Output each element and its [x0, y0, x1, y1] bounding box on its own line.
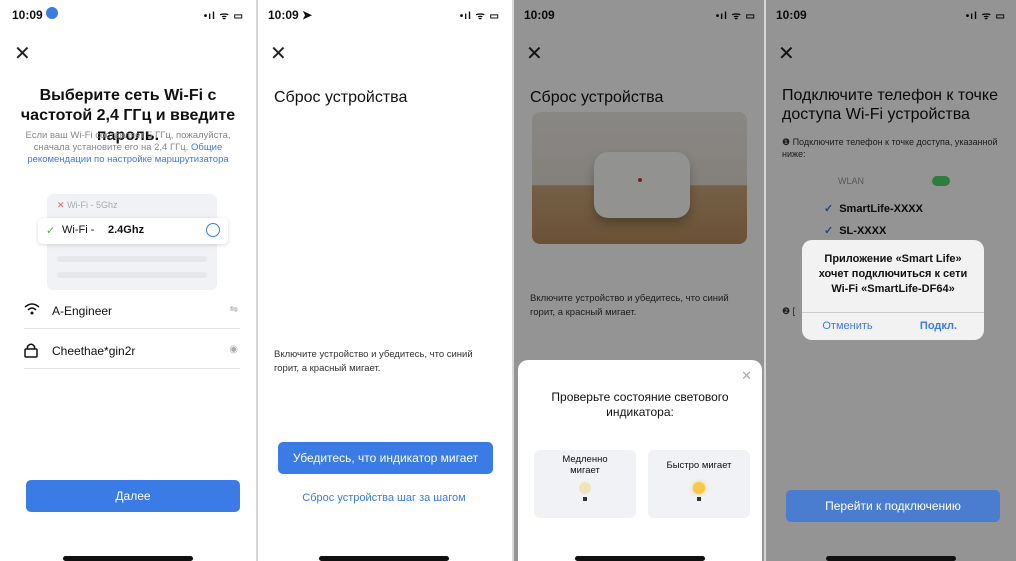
screen-check-indicator: 10:09 •ıl ᯤ ▭ ✕ Сброс устройства Включит…	[514, 0, 766, 561]
instruction-text: Включите устройство и убедитесь, что син…	[274, 349, 473, 374]
connect-alert-dialog: Приложение «Smart Life» хочет подключить…	[802, 240, 984, 340]
home-indicator	[63, 556, 193, 561]
home-indicator	[575, 556, 705, 561]
fast-blink-label: Быстро мигает	[666, 460, 732, 471]
network-name: A-Engineer	[52, 304, 113, 318]
wifi-5ghz-row: ✕ Wi-Fi - 5Ghz	[57, 200, 118, 211]
close-icon[interactable]: ✕	[741, 368, 752, 384]
alert-message: Приложение «Smart Life» хочет подключить…	[818, 253, 968, 295]
alert-divider	[802, 312, 984, 313]
page-title: Сброс устройства	[274, 89, 408, 106]
password-field[interactable]: Cheethae*gin2r ◉	[24, 334, 240, 369]
lock-icon	[24, 342, 38, 361]
switch-network-icon[interactable]: ⇋	[230, 304, 238, 315]
go-to-connection-button[interactable]: Перейти к подключению	[786, 490, 1000, 522]
status-time: 10:09	[12, 8, 43, 22]
indicator-bottom-sheet: ✕ Проверьте состояние светового индикато…	[518, 360, 762, 561]
screen-reset-device: 10:09 ➤ •ıl ᯤ ▭ ✕ Сброс устройства Включ…	[258, 0, 510, 561]
fast-blink-option[interactable]: Быстро мигает	[648, 450, 750, 518]
wifi-24ghz-band: 2.4Ghz	[108, 224, 145, 236]
slow-blink-label: Медленно мигает	[562, 454, 608, 476]
home-indicator	[319, 556, 449, 561]
status-bar: 10:09 •ıl ᯤ ▭	[12, 6, 244, 24]
close-icon[interactable]: ✕	[14, 44, 31, 64]
cross-icon: ✕	[57, 200, 65, 210]
close-icon[interactable]: ✕	[270, 44, 287, 64]
confirm-blinking-button[interactable]: Убедитесь, что индикатор мигает	[278, 442, 493, 474]
network-field[interactable]: A-Engineer ⇋	[24, 294, 240, 329]
status-bar: 10:09 ➤ •ıl ᯤ ▭	[268, 6, 500, 24]
wifi-24ghz-row: ✓ Wi-Fi - 2.4Ghz	[38, 218, 228, 244]
eye-icon[interactable]: ◉	[229, 344, 238, 355]
status-time: 10:09 ➤	[268, 8, 313, 22]
reset-step-by-step-link[interactable]: Сброс устройства шаг за шагом	[274, 492, 494, 504]
next-button[interactable]: Далее	[26, 480, 240, 512]
location-icon	[46, 7, 58, 19]
bulb-icon	[579, 482, 591, 494]
home-indicator	[826, 556, 956, 561]
info-icon	[206, 223, 220, 237]
bulb-icon	[693, 482, 705, 494]
screen-select-wifi: 10:09 •ıl ᯤ ▭ ✕ Выберите сеть Wi-Fi с ча…	[2, 0, 254, 561]
page-subtitle: Если ваш Wi-Fi составляет 5 ГГц, пожалуй…	[16, 130, 240, 166]
wifi-icon	[24, 302, 40, 319]
check-icon: ✓	[46, 225, 56, 237]
wifi-5ghz-label: Wi-Fi - 5Ghz	[67, 200, 118, 210]
alert-cancel-button[interactable]: Отменить	[802, 320, 893, 332]
bulb-base	[583, 497, 587, 501]
wifi-24ghz-prefix: Wi-Fi -	[62, 224, 95, 236]
slow-blink-option[interactable]: Медленно мигает	[534, 450, 636, 518]
bulb-base	[697, 497, 701, 501]
password-value: Cheethae*gin2r	[52, 344, 136, 358]
placeholder-bar	[57, 272, 207, 278]
signal-battery-icons: •ıl ᯤ ▭	[459, 11, 500, 22]
placeholder-bar	[57, 256, 207, 262]
signal-battery-icons: •ıl ᯤ ▭	[203, 11, 244, 22]
screen-connect-hotspot: 10:09 •ıl ᯤ ▭ ✕ Подключите телефон к точ…	[766, 0, 1016, 561]
alert-connect-button[interactable]: Подкл.	[893, 320, 984, 332]
sheet-title: Проверьте состояние светового индикатора…	[551, 390, 729, 419]
